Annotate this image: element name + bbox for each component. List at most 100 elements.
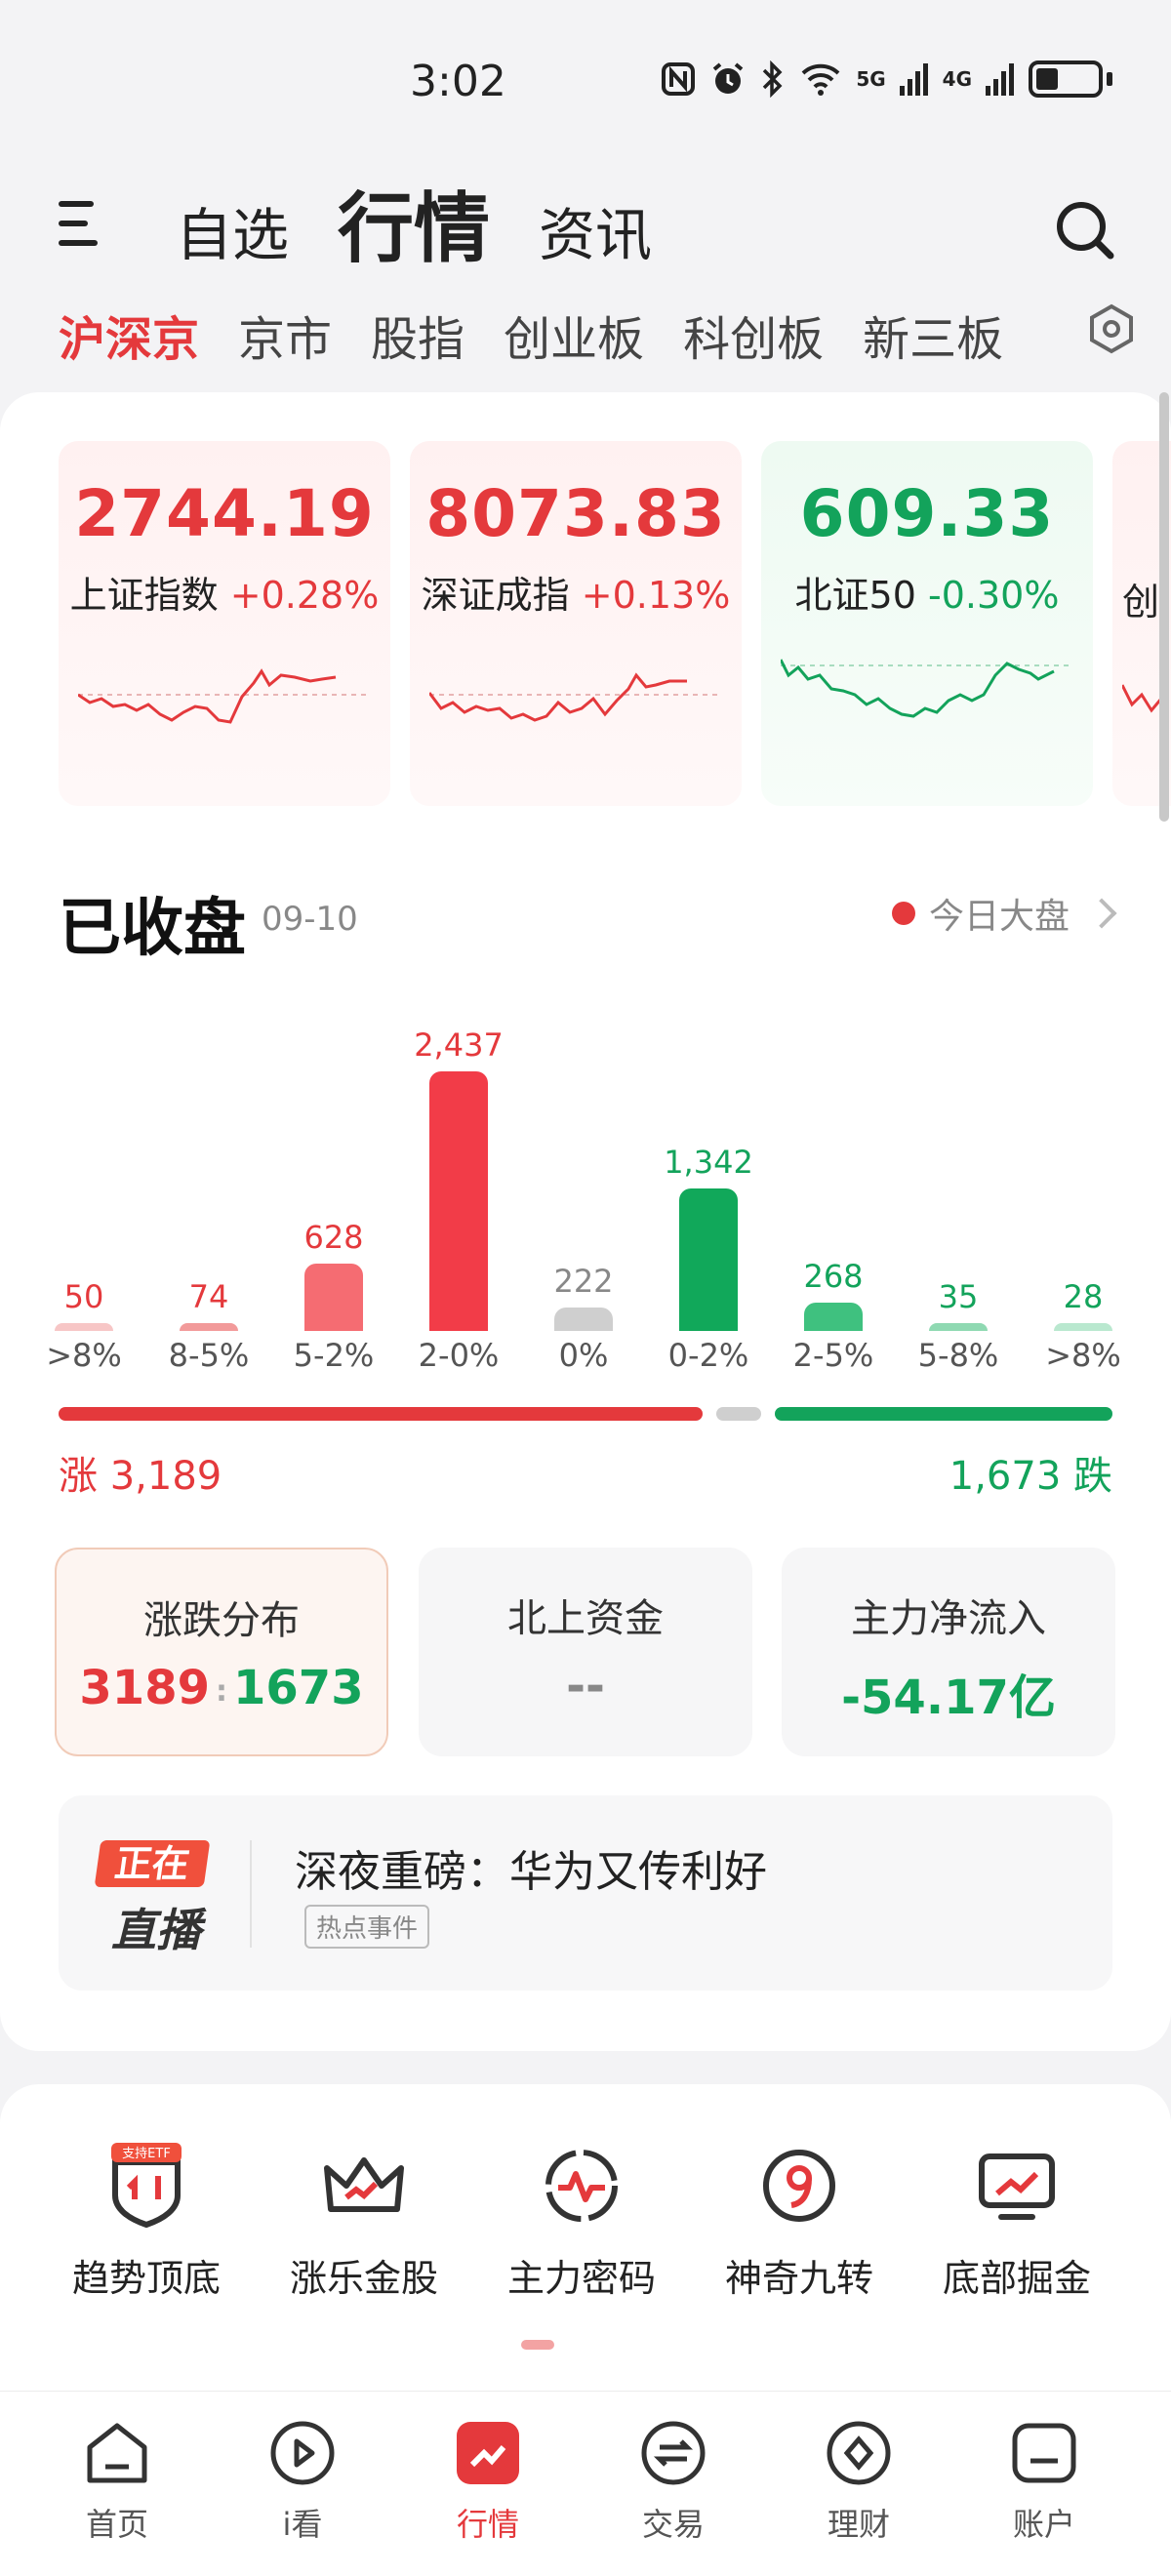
bar-2 — [304, 1264, 363, 1331]
tab-fade — [1005, 293, 1064, 371]
index-line: 深证成指 +0.13% — [410, 565, 742, 619]
bar-value-label: 2,437 — [414, 1026, 504, 1064]
separator: : — [216, 1673, 227, 1709]
bar-value-label: 28 — [1063, 1278, 1104, 1315]
stat-title: 北上资金 — [507, 1596, 664, 1641]
bar-category-label: 0% — [558, 1337, 609, 1374]
signal-icon — [899, 63, 928, 96]
index-name: 上证指数 — [69, 574, 219, 617]
bar-category-label: 5-8% — [917, 1337, 999, 1374]
bar-7 — [929, 1323, 988, 1331]
stat-value: -- — [566, 1659, 605, 1713]
nav-label: 理财 — [827, 2506, 890, 2543]
bar-6 — [804, 1302, 863, 1331]
nav-trade[interactable]: 交易 — [595, 2416, 751, 2545]
tool-main-code[interactable]: 主力密码 — [474, 2137, 689, 2302]
flat-segment — [715, 1407, 761, 1421]
status-time: 3:02 — [410, 57, 506, 106]
nav-market[interactable]: 行情 — [410, 2416, 566, 2545]
market-tab-neeq[interactable]: 新三板 — [863, 301, 1003, 369]
bar-value-label: 628 — [303, 1219, 364, 1257]
market-icon — [457, 2422, 519, 2484]
market-tab-index[interactable]: 股指 — [371, 301, 464, 369]
market-tabs: 沪深京 京市 股指 创业板 科创板 新三板 — [0, 293, 1171, 371]
bar-value-label: 268 — [803, 1257, 864, 1295]
nav-label: 账户 — [1012, 2506, 1075, 2543]
battery-icon — [1029, 60, 1103, 98]
nav-watch[interactable]: i看 — [224, 2416, 381, 2545]
bar-8 — [1054, 1323, 1112, 1331]
tab-news[interactable]: 资讯 — [539, 207, 652, 273]
stat-value: 3189:1673 — [57, 1661, 386, 1715]
rise-segment — [59, 1407, 703, 1421]
fall-segment — [774, 1407, 1112, 1421]
nav-account[interactable]: 账户 — [966, 2416, 1122, 2545]
header: 自选 行情 资讯 — [0, 176, 1171, 293]
down-count: 1673 — [233, 1661, 364, 1715]
nav-wealth[interactable]: 理财 — [781, 2416, 937, 2545]
stat-value: -54.17亿 — [841, 1670, 1056, 1725]
scrollbar[interactable] — [1159, 392, 1169, 822]
tool-bottom-gold[interactable]: 底部掘金 — [909, 2137, 1124, 2302]
market-tab-hsj[interactable]: 沪深京 — [59, 301, 199, 369]
index-name: 创 — [1122, 581, 1160, 624]
nav-label: 行情 — [456, 2506, 519, 2543]
home-icon — [87, 2423, 147, 2483]
index-line: 北证50 -0.30% — [761, 565, 1093, 619]
rise-count: 涨 3,189 — [59, 1454, 222, 1499]
nav-home[interactable]: 首页 — [39, 2416, 195, 2545]
page-indicator — [521, 2340, 554, 2350]
index-card-sh[interactable]: 2744.19 上证指数 +0.28% — [59, 441, 390, 806]
live-badge-top: 正在 — [94, 1840, 211, 1887]
live-banner[interactable]: 正在 直播 深夜重磅：华为又传利好 热点事件 — [59, 1795, 1112, 1991]
sparkline — [78, 668, 371, 724]
tool-gold-stock[interactable]: 涨乐金股 — [257, 2137, 471, 2302]
index-card-bj50[interactable]: 609.33 北证50 -0.30% — [761, 441, 1093, 806]
stat-distribution[interactable]: 涨跌分布 3189:1673 — [55, 1548, 388, 1756]
tool-label: 主力密码 — [506, 2257, 656, 2300]
signal-4g-label: 4G — [942, 67, 972, 91]
index-card-sz[interactable]: 8073.83 深证成指 +0.13% — [410, 441, 742, 806]
index-value: 2744.19 — [74, 476, 375, 551]
chevron-right-icon — [1086, 898, 1117, 929]
market-tab-bj[interactable]: 京市 — [238, 301, 332, 369]
menu-icon[interactable] — [59, 201, 101, 250]
index-change: -0.30% — [928, 574, 1060, 617]
bar-category-label: 2-5% — [792, 1337, 874, 1374]
wealth-icon — [827, 2421, 891, 2485]
top-tabs: 自选 行情 资讯 — [176, 176, 652, 273]
stat-title: 涨跌分布 — [143, 1598, 300, 1643]
market-tab-gem[interactable]: 创业板 — [504, 301, 644, 369]
search-icon[interactable] — [1054, 199, 1116, 262]
trade-icon — [641, 2421, 706, 2485]
divider — [250, 1840, 252, 1948]
index-carousel[interactable]: 2744.19 上证指数 +0.28% 8073.83 深证成指 +0.13% … — [59, 441, 1171, 812]
change-distribution-chart: 50 >8% 74 8-5% 628 5-2% 2,437 2-0% 222 0% 1,342 0-2… — [0, 1005, 1171, 1386]
stat-main-flow[interactable]: 主力净流入 -54.17亿 — [782, 1548, 1115, 1756]
bar-4 — [554, 1307, 613, 1331]
sparkline — [781, 659, 1073, 718]
market-tab-star[interactable]: 科创板 — [683, 301, 824, 369]
index-name: 深证成指 — [421, 574, 570, 617]
sparkline — [429, 672, 722, 722]
tool-trend[interactable]: 支持ETF 趋势顶底 — [39, 2137, 254, 2302]
crown-icon — [324, 2157, 404, 2212]
up-count: 3189 — [79, 1661, 210, 1715]
stat-northbound[interactable]: 北上资金 -- — [419, 1548, 752, 1756]
tool-label: 涨乐金股 — [289, 2257, 438, 2300]
tab-market[interactable]: 行情 — [338, 191, 490, 273]
index-value: 8073.83 — [425, 476, 726, 551]
monitor-chart-icon — [979, 2153, 1055, 2220]
tool-label: 神奇九转 — [724, 2257, 873, 2300]
bar-category-label: >8% — [1045, 1337, 1121, 1374]
bar-value-label: 50 — [63, 1278, 104, 1315]
tool-nine-turn[interactable]: 神奇九转 — [692, 2137, 907, 2302]
today-market-link[interactable]: 今日大盘 — [891, 888, 1117, 939]
bluetooth-icon — [763, 60, 783, 98]
tab-watchlist[interactable]: 自选 — [176, 207, 289, 273]
tool-badge: 支持ETF — [122, 2147, 171, 2161]
bar-0 — [55, 1323, 113, 1331]
bar-category-label: 0-2% — [667, 1337, 749, 1374]
nav-label: 首页 — [85, 2506, 148, 2543]
settings-hex-icon[interactable] — [1085, 302, 1138, 355]
